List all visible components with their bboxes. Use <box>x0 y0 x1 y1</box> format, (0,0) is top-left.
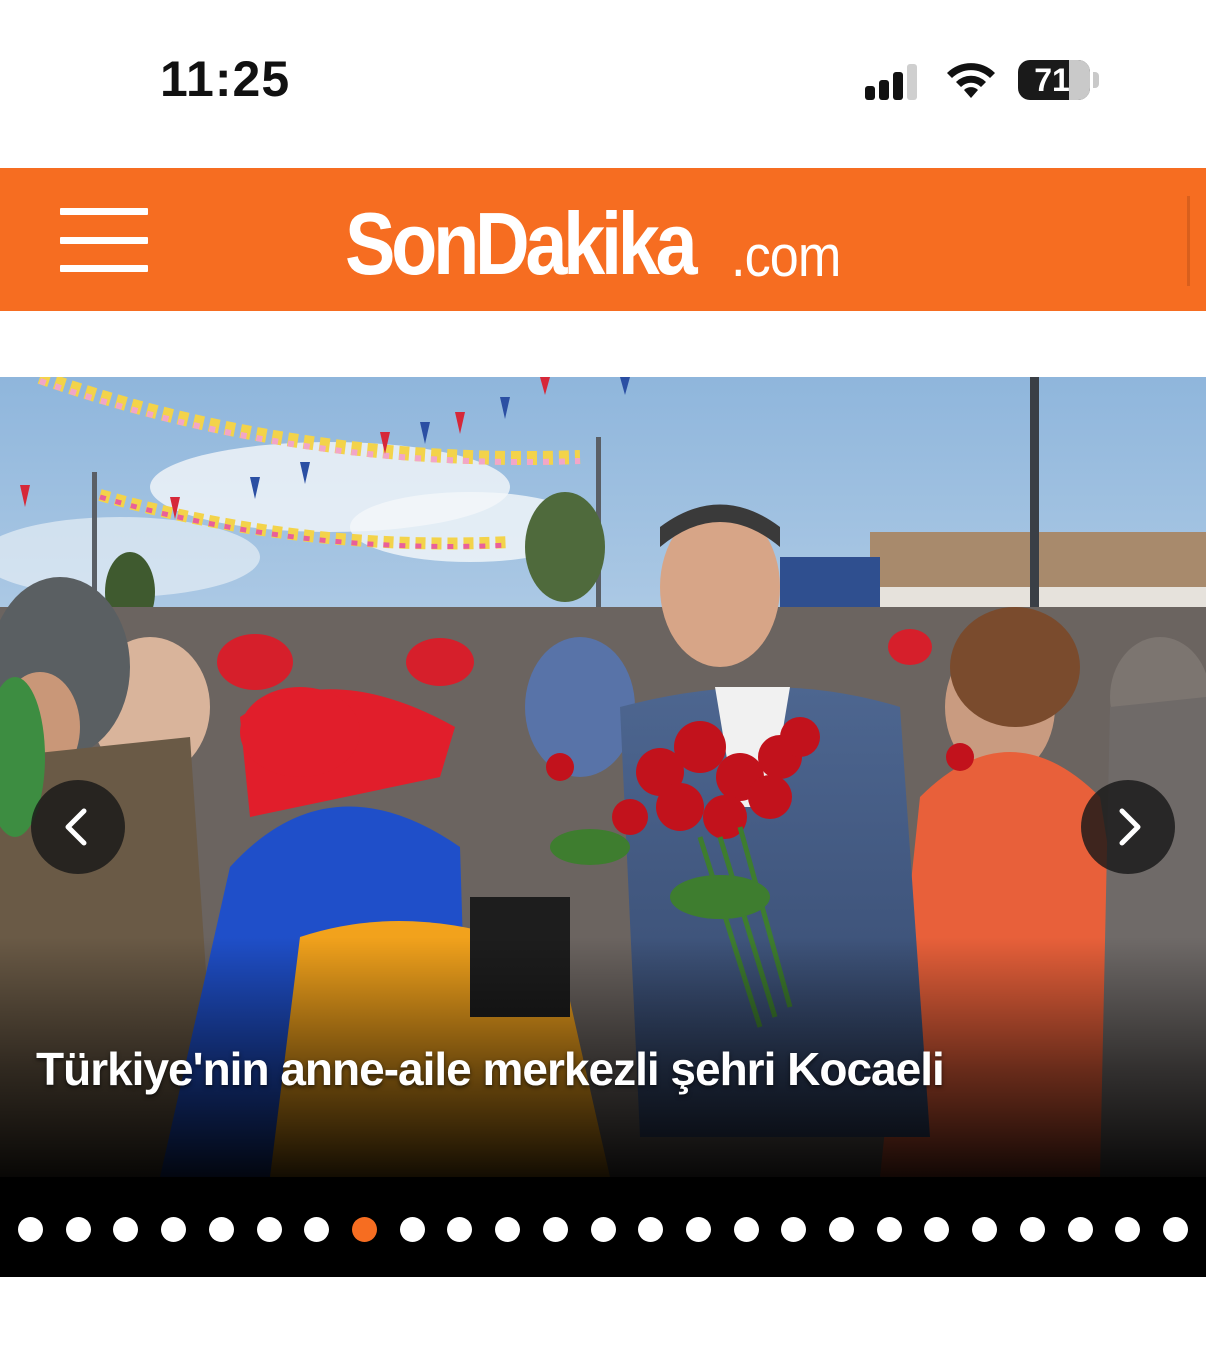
status-bar: 11:25 71 <box>0 0 1206 168</box>
pagination-dot[interactable] <box>1115 1217 1140 1242</box>
pagination-dot[interactable] <box>543 1217 568 1242</box>
pagination-dot[interactable] <box>686 1217 711 1242</box>
hamburger-menu-icon[interactable] <box>60 208 148 272</box>
battery-percent: 71 <box>1034 62 1070 98</box>
pagination-dot[interactable] <box>18 1217 43 1242</box>
logo-main-text: SonDakika <box>345 194 698 293</box>
header-divider <box>1187 196 1190 286</box>
status-time: 11:25 <box>160 51 291 107</box>
slider-next-button[interactable] <box>1081 780 1175 874</box>
chevron-left-icon <box>65 808 87 846</box>
pagination-dot[interactable] <box>1068 1217 1093 1242</box>
pagination-dot[interactable] <box>257 1217 282 1242</box>
pagination-dot[interactable] <box>638 1217 663 1242</box>
pagination-dot[interactable] <box>924 1217 949 1242</box>
pagination-dot[interactable] <box>1020 1217 1045 1242</box>
site-header: SonDakika .com <box>0 168 1206 311</box>
pagination-dot[interactable] <box>447 1217 472 1242</box>
site-logo[interactable]: SonDakika .com <box>345 193 885 293</box>
pagination-dot[interactable] <box>161 1217 186 1242</box>
pagination-dot[interactable] <box>304 1217 329 1242</box>
slider-prev-button[interactable] <box>31 780 125 874</box>
news-slider[interactable]: Türkiye'nin anne-aile merkezli şehri Koc… <box>0 377 1206 1277</box>
slide-headline[interactable]: Türkiye'nin anne-aile merkezli şehri Koc… <box>36 1042 1176 1096</box>
battery-tip <box>1093 72 1099 88</box>
pagination-dot[interactable] <box>1163 1217 1188 1242</box>
logo-domain-suffix: .com <box>731 224 841 289</box>
cellular-signal-icon <box>865 60 925 100</box>
slider-pagination <box>0 1177 1206 1277</box>
pagination-dot[interactable] <box>66 1217 91 1242</box>
pagination-dot[interactable] <box>400 1217 425 1242</box>
pagination-dot-active[interactable] <box>352 1217 377 1242</box>
pagination-dot[interactable] <box>495 1217 520 1242</box>
pagination-dot[interactable] <box>829 1217 854 1242</box>
chevron-right-icon <box>1119 808 1141 846</box>
wifi-icon <box>944 58 998 100</box>
pagination-dot[interactable] <box>113 1217 138 1242</box>
pagination-dot[interactable] <box>734 1217 759 1242</box>
pagination-dot[interactable] <box>781 1217 806 1242</box>
pagination-dot[interactable] <box>972 1217 997 1242</box>
pagination-dot[interactable] <box>209 1217 234 1242</box>
pagination-dot[interactable] <box>877 1217 902 1242</box>
battery-icon: 71 <box>1018 60 1090 100</box>
pagination-dot[interactable] <box>591 1217 616 1242</box>
